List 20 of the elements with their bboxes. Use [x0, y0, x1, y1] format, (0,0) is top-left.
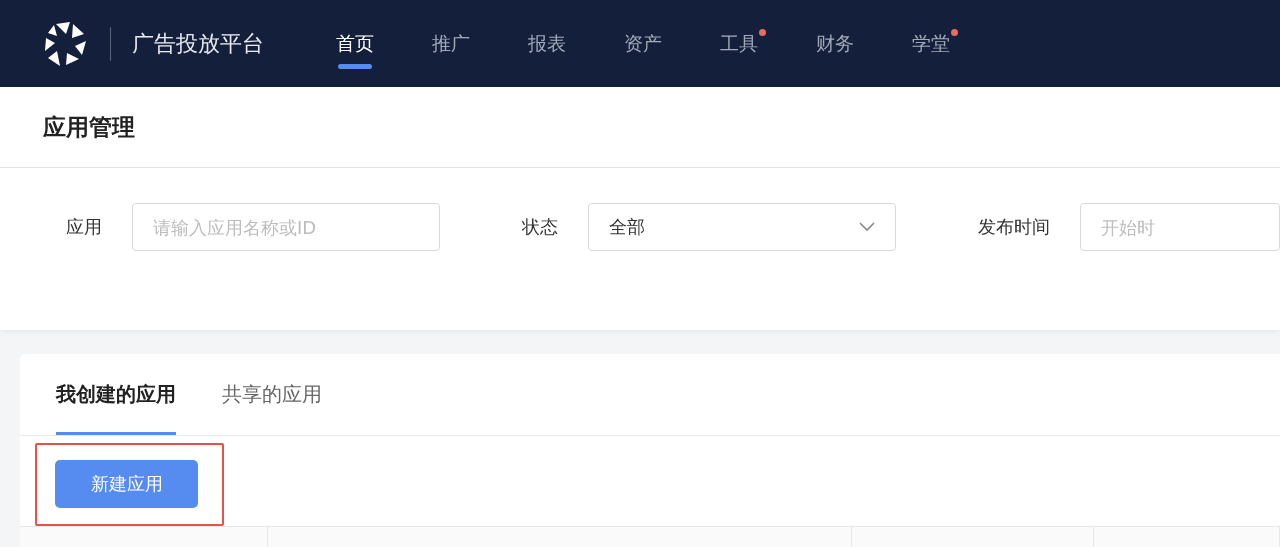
page-title: 应用管理	[43, 112, 135, 142]
platform-title: 广告投放平台	[132, 29, 264, 58]
tab[interactable]: 共享的应用	[222, 354, 322, 435]
nav-tab[interactable]: 报表	[528, 18, 566, 69]
nav-tab[interactable]: 工具	[720, 18, 758, 69]
logo-icon	[42, 20, 88, 67]
nav-tab[interactable]: 学堂	[912, 18, 950, 69]
app-search-field[interactable]: 请输入应用名称或ID	[132, 203, 440, 251]
nav-tab[interactable]: 首页	[336, 18, 374, 69]
tab[interactable]: 我创建的应用	[56, 354, 176, 435]
chevron-down-icon	[859, 222, 875, 232]
filter-label: 发布时间	[978, 215, 1050, 239]
start-date-field[interactable]: 开始时	[1080, 203, 1280, 251]
filter-label: 状态	[522, 215, 558, 239]
nav-tab[interactable]: 推广	[432, 18, 470, 69]
nav-tab[interactable]: 财务	[816, 18, 854, 69]
filter-label: 应用	[66, 215, 102, 239]
active-tab-indicator	[338, 63, 372, 69]
nav-tab[interactable]: 资产	[624, 18, 662, 69]
status-dropdown[interactable]: 全部	[588, 203, 896, 251]
